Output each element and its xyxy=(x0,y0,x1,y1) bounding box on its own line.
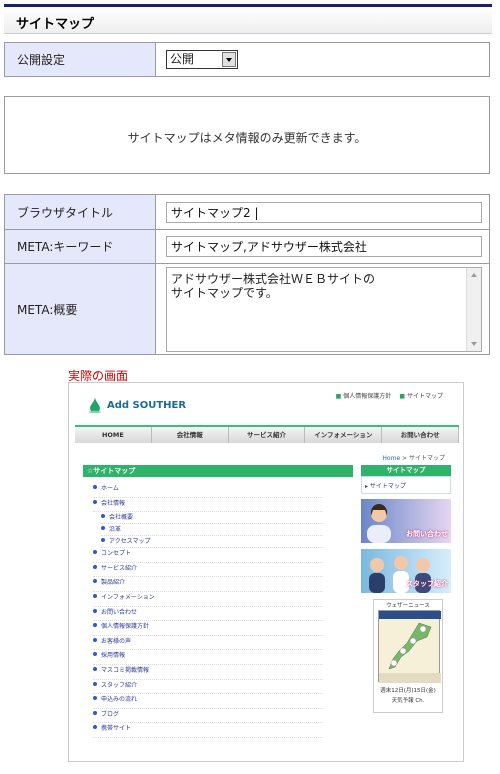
notice-text: サイトマップはメタ情報のみ更新できます。 xyxy=(127,131,367,145)
preview-top-link: サイトマップ xyxy=(399,391,443,400)
preview-sitemap-item: ホーム xyxy=(93,483,323,498)
preview-sidebar: サイトマップ ▸ サイトマップ xyxy=(361,465,451,494)
description-line: アドサウザー株式会社ＷＥＢサイトの xyxy=(171,271,376,286)
preview-sitemap-item: 会社情報 xyxy=(93,498,323,513)
preview-contact-banner-text: お問い合わせ xyxy=(406,530,448,538)
preview-sitemap-item: お問い合わせ xyxy=(93,607,323,622)
site-preview: Add SOUTHER 個人情報保護方針 サイトマップ HOME 会社情報 サー… xyxy=(68,382,464,762)
preview-sitemap-item: インフォメーション xyxy=(93,592,323,607)
page-title: サイトマップ xyxy=(16,17,95,32)
preview-weather-footer: 天気予報 Ch. xyxy=(391,698,425,704)
preview-top-links: 個人情報保護方針 サイトマップ xyxy=(336,391,443,400)
preview-breadcrumb: Home > サイトマップ xyxy=(382,455,445,462)
preview-nav-item: インフォメーション xyxy=(305,427,383,443)
description-label: META:概要 xyxy=(4,263,156,355)
water-drop-icon xyxy=(89,397,101,413)
preview-contact-banner: お問い合わせ xyxy=(361,499,451,543)
preview-sitemap-item: マスコミ掲載情報 xyxy=(93,665,323,680)
keywords-input[interactable]: サイトマップ,アドサウザー株式会社 xyxy=(166,236,482,257)
notice-box: サイトマップはメタ情報のみ更新できます。 xyxy=(4,96,490,174)
visibility-label: 公開設定 xyxy=(4,42,156,77)
visibility-selected-value: 公開 xyxy=(170,52,195,66)
preview-sitemap-item: 携帯サイト xyxy=(93,723,323,738)
preview-weather-date: 週末12日(月)15日(金) xyxy=(380,688,436,694)
operator-photo-icon xyxy=(367,504,391,543)
preview-nav-item: お問い合わせ xyxy=(382,427,459,443)
visibility-select[interactable]: 公開 xyxy=(166,50,238,69)
preview-sitemap-item: 沿革 xyxy=(101,524,323,537)
preview-sitemap-item: 会社概要 xyxy=(101,512,323,525)
description-textarea[interactable]: アドサウザー株式会社ＷＥＢサイトの サイトマップです。 xyxy=(166,266,482,352)
preview-logo-text: Add SOUTHER xyxy=(107,400,187,411)
preview-top-link: 個人情報保護方針 xyxy=(336,391,391,400)
preview-sitemap-item: スタッフ紹介 xyxy=(93,680,323,695)
preview-main-heading-text: サイトマップ xyxy=(93,467,136,475)
preview-sitemap-item: コンセプト xyxy=(93,548,323,563)
preview-weather-widget: ウェザーニュース 週末12日(月)15日(金) 天気予報 Ch. xyxy=(373,599,443,713)
chevron-down-icon[interactable] xyxy=(222,52,236,67)
preview-sitemap-item: 採用情報 xyxy=(93,650,323,665)
keywords-label: META:キーワード xyxy=(4,229,156,264)
scroll-up-icon[interactable] xyxy=(471,272,477,277)
preview-nav-item: 会社情報 xyxy=(152,427,229,443)
preview-sitemap-list: ホーム 会社情報 会社概要 沿革 アクセスマップ コンセプト サービス紹介 製品紹介 インフォメ… xyxy=(93,483,323,738)
preview-navbar: HOME 会社情報 サービス紹介 インフォメーション お問い合わせ xyxy=(75,425,459,443)
weather-map-icon xyxy=(378,610,441,683)
meta-table: ブラウザタイトル サイトマップ2 | META:キーワード サイトマップ,アドサ… xyxy=(4,194,490,355)
preview-nav-item: サービス紹介 xyxy=(229,427,306,443)
preview-breadcrumb-home: Home xyxy=(382,455,401,462)
preview-nav-item: HOME xyxy=(75,427,152,443)
preview-breadcrumb-current: サイトマップ xyxy=(408,455,445,462)
browser-title-label: ブラウザタイトル xyxy=(4,194,156,230)
preview-sitemap-item: アクセスマップ xyxy=(101,536,323,549)
preview-sitemap-item: 個人情報保護方針 xyxy=(93,621,323,636)
preview-side-link-text: サイトマップ xyxy=(369,483,406,490)
preview-sitemap-item: ブログ xyxy=(93,709,323,724)
preview-main-heading: ☆サイトマップ xyxy=(83,465,353,477)
browser-title-input[interactable]: サイトマップ2 | xyxy=(166,201,482,223)
scroll-down-icon[interactable] xyxy=(471,341,477,346)
preview-staff-banner: スタッフ紹介 xyxy=(361,549,451,593)
preview-sitemap-item: 製品紹介 xyxy=(93,577,323,592)
description-line: サイトマップです。 xyxy=(171,285,278,300)
preview-sitemap-item: お客様の声 xyxy=(93,636,323,651)
visibility-table: 公開設定 公開 xyxy=(4,42,490,77)
preview-weather-title: ウェザーニュース xyxy=(386,603,430,609)
preview-side-link: ▸ サイトマップ xyxy=(361,476,451,494)
textarea-scrollbar[interactable] xyxy=(466,267,481,351)
preview-sitemap-item: サービス紹介 xyxy=(93,563,323,578)
page-header: サイトマップ xyxy=(4,4,492,34)
preview-staff-banner-text: スタッフ紹介 xyxy=(406,580,448,588)
preview-sitemap-item: 申込みの流れ xyxy=(93,694,323,709)
preview-side-heading: サイトマップ xyxy=(361,465,451,476)
